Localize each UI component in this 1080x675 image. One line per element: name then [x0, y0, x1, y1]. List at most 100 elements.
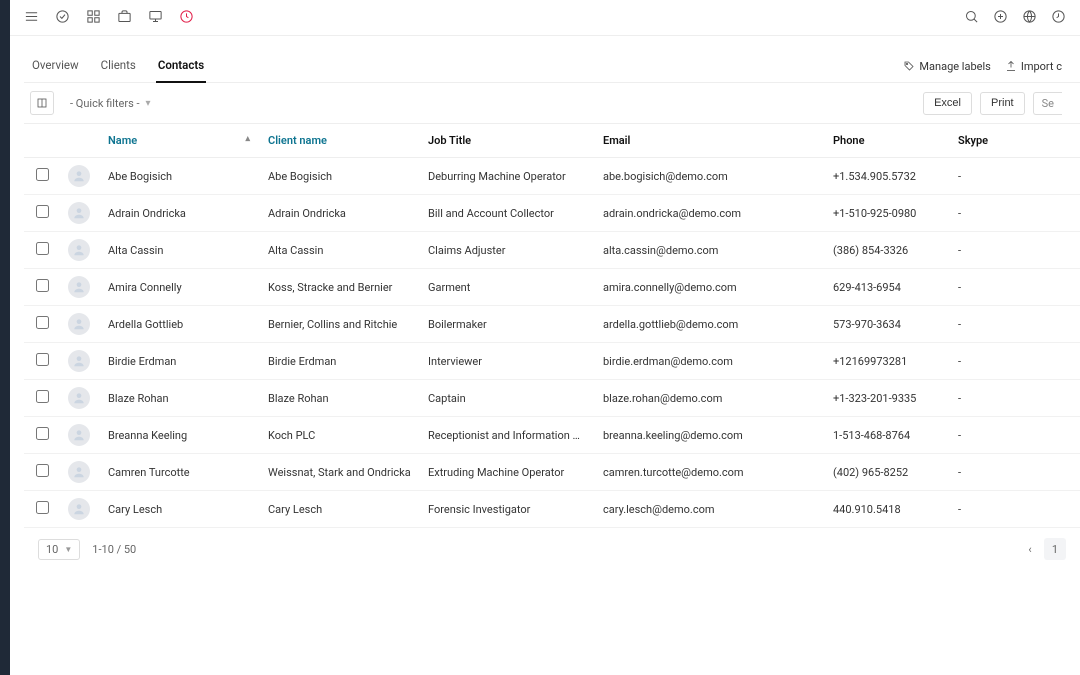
clock-accent-icon[interactable] — [179, 9, 194, 27]
col-name[interactable]: Name▴ — [100, 124, 260, 158]
briefcase-icon[interactable] — [117, 9, 132, 27]
avatar — [68, 461, 90, 483]
table-row[interactable]: Camren TurcotteWeissnat, Stark and Ondri… — [24, 454, 1080, 491]
chevron-down-icon: ▼ — [64, 545, 72, 554]
cell-phone: 440.910.5418 — [825, 491, 950, 528]
avatar — [68, 313, 90, 335]
cell-job: Forensic Investigator — [420, 491, 595, 528]
row-checkbox-cell — [24, 158, 60, 195]
tab-overview[interactable]: Overview — [30, 50, 81, 82]
cell-client: Cary Lesch — [260, 491, 420, 528]
col-skype[interactable]: Skype — [950, 124, 1080, 158]
table-row[interactable]: Abe BogisichAbe BogisichDeburring Machin… — [24, 158, 1080, 195]
cell-client: Koch PLC — [260, 417, 420, 454]
col-phone[interactable]: Phone — [825, 124, 950, 158]
avatar-cell — [60, 343, 100, 380]
manage-labels-label: Manage labels — [919, 60, 990, 73]
avatar-cell — [60, 306, 100, 343]
table-row[interactable]: Cary LeschCary LeschForensic Investigato… — [24, 491, 1080, 528]
avatar-cell — [60, 232, 100, 269]
avatar — [68, 424, 90, 446]
cell-phone: +1-323-201-9335 — [825, 380, 950, 417]
cell-phone: 629-413-6954 — [825, 269, 950, 306]
row-checkbox[interactable] — [36, 427, 49, 440]
import-contacts-button[interactable]: Import c — [1005, 60, 1062, 73]
cell-job: Receptionist and Information Clerk — [420, 417, 595, 454]
avatar — [68, 239, 90, 261]
cell-skype: - — [950, 195, 1080, 232]
avatar-cell — [60, 380, 100, 417]
table-row[interactable]: Adrain OndrickaAdrain OndrickaBill and A… — [24, 195, 1080, 232]
row-checkbox[interactable] — [36, 353, 49, 366]
cell-job: Interviewer — [420, 343, 595, 380]
row-checkbox[interactable] — [36, 464, 49, 477]
check-circle-icon[interactable] — [55, 9, 70, 27]
row-checkbox-cell — [24, 343, 60, 380]
row-checkbox-cell — [24, 269, 60, 306]
table-row[interactable]: Breanna KeelingKoch PLCReceptionist and … — [24, 417, 1080, 454]
cell-email: ardella.gottlieb@demo.com — [595, 306, 825, 343]
table-row[interactable]: Alta CassinAlta CassinClaims Adjusteralt… — [24, 232, 1080, 269]
avatar — [68, 165, 90, 187]
cell-client: Birdie Erdman — [260, 343, 420, 380]
row-checkbox[interactable] — [36, 316, 49, 329]
globe-icon[interactable] — [1022, 9, 1037, 27]
row-checkbox-cell — [24, 232, 60, 269]
table-row[interactable]: Ardella GottliebBernier, Collins and Rit… — [24, 306, 1080, 343]
col-job-title[interactable]: Job Title — [420, 124, 595, 158]
row-checkbox[interactable] — [36, 501, 49, 514]
menu-icon[interactable] — [24, 9, 39, 27]
page-size-value: 10 — [46, 543, 58, 556]
tab-clients[interactable]: Clients — [99, 50, 138, 82]
table-row[interactable]: Birdie ErdmanBirdie ErdmanInterviewerbir… — [24, 343, 1080, 380]
cell-email: birdie.erdman@demo.com — [595, 343, 825, 380]
row-checkbox[interactable] — [36, 390, 49, 403]
avatar-cell — [60, 269, 100, 306]
row-checkbox[interactable] — [36, 168, 49, 181]
avatar — [68, 498, 90, 520]
columns-button[interactable] — [30, 91, 54, 115]
row-checkbox-cell — [24, 195, 60, 232]
row-checkbox[interactable] — [36, 279, 49, 292]
avatar-cell — [60, 195, 100, 232]
search-input[interactable]: Se — [1033, 92, 1062, 115]
sort-asc-icon: ▴ — [245, 134, 250, 144]
import-contacts-label: Import c — [1021, 60, 1062, 73]
row-checkbox[interactable] — [36, 205, 49, 218]
topbar — [10, 0, 1080, 36]
page-size-select[interactable]: 10 ▼ — [38, 539, 80, 560]
cell-skype: - — [950, 491, 1080, 528]
quick-filters-dropdown[interactable]: - Quick filters - ▾ — [62, 93, 159, 114]
row-checkbox-cell — [24, 306, 60, 343]
col-client-name[interactable]: Client name — [260, 124, 420, 158]
cell-skype: - — [950, 454, 1080, 491]
cell-job: Garment — [420, 269, 595, 306]
current-page[interactable]: 1 — [1044, 538, 1066, 560]
tabs: Overview Clients Contacts — [24, 50, 206, 82]
cell-phone: (402) 965-8252 — [825, 454, 950, 491]
manage-labels-button[interactable]: Manage labels — [903, 60, 990, 73]
table-row[interactable]: Amira ConnellyKoss, Stracke and BernierG… — [24, 269, 1080, 306]
table-row[interactable]: Blaze RohanBlaze RohanCaptainblaze.rohan… — [24, 380, 1080, 417]
cell-name: Breanna Keeling — [100, 417, 260, 454]
history-icon[interactable] — [1051, 9, 1066, 27]
tag-icon — [903, 60, 915, 72]
search-icon[interactable] — [964, 9, 979, 27]
quick-filters-label: - Quick filters - — [70, 97, 140, 110]
pagination: 10 ▼ 1-10 / 50 ‹ 1 — [24, 528, 1080, 570]
print-button[interactable]: Print — [980, 92, 1025, 115]
avatar — [68, 202, 90, 224]
row-checkbox[interactable] — [36, 242, 49, 255]
cell-name: Cary Lesch — [100, 491, 260, 528]
grid-icon[interactable] — [86, 9, 101, 27]
cell-email: alta.cassin@demo.com — [595, 232, 825, 269]
export-excel-button[interactable]: Excel — [923, 92, 972, 115]
col-email[interactable]: Email — [595, 124, 825, 158]
tab-contacts[interactable]: Contacts — [156, 50, 206, 82]
plus-circle-icon[interactable] — [993, 9, 1008, 27]
cell-job: Extruding Machine Operator — [420, 454, 595, 491]
cell-email: abe.bogisich@demo.com — [595, 158, 825, 195]
monitor-icon[interactable] — [148, 9, 163, 27]
prev-page-button[interactable]: ‹ — [1020, 539, 1040, 559]
cell-name: Alta Cassin — [100, 232, 260, 269]
